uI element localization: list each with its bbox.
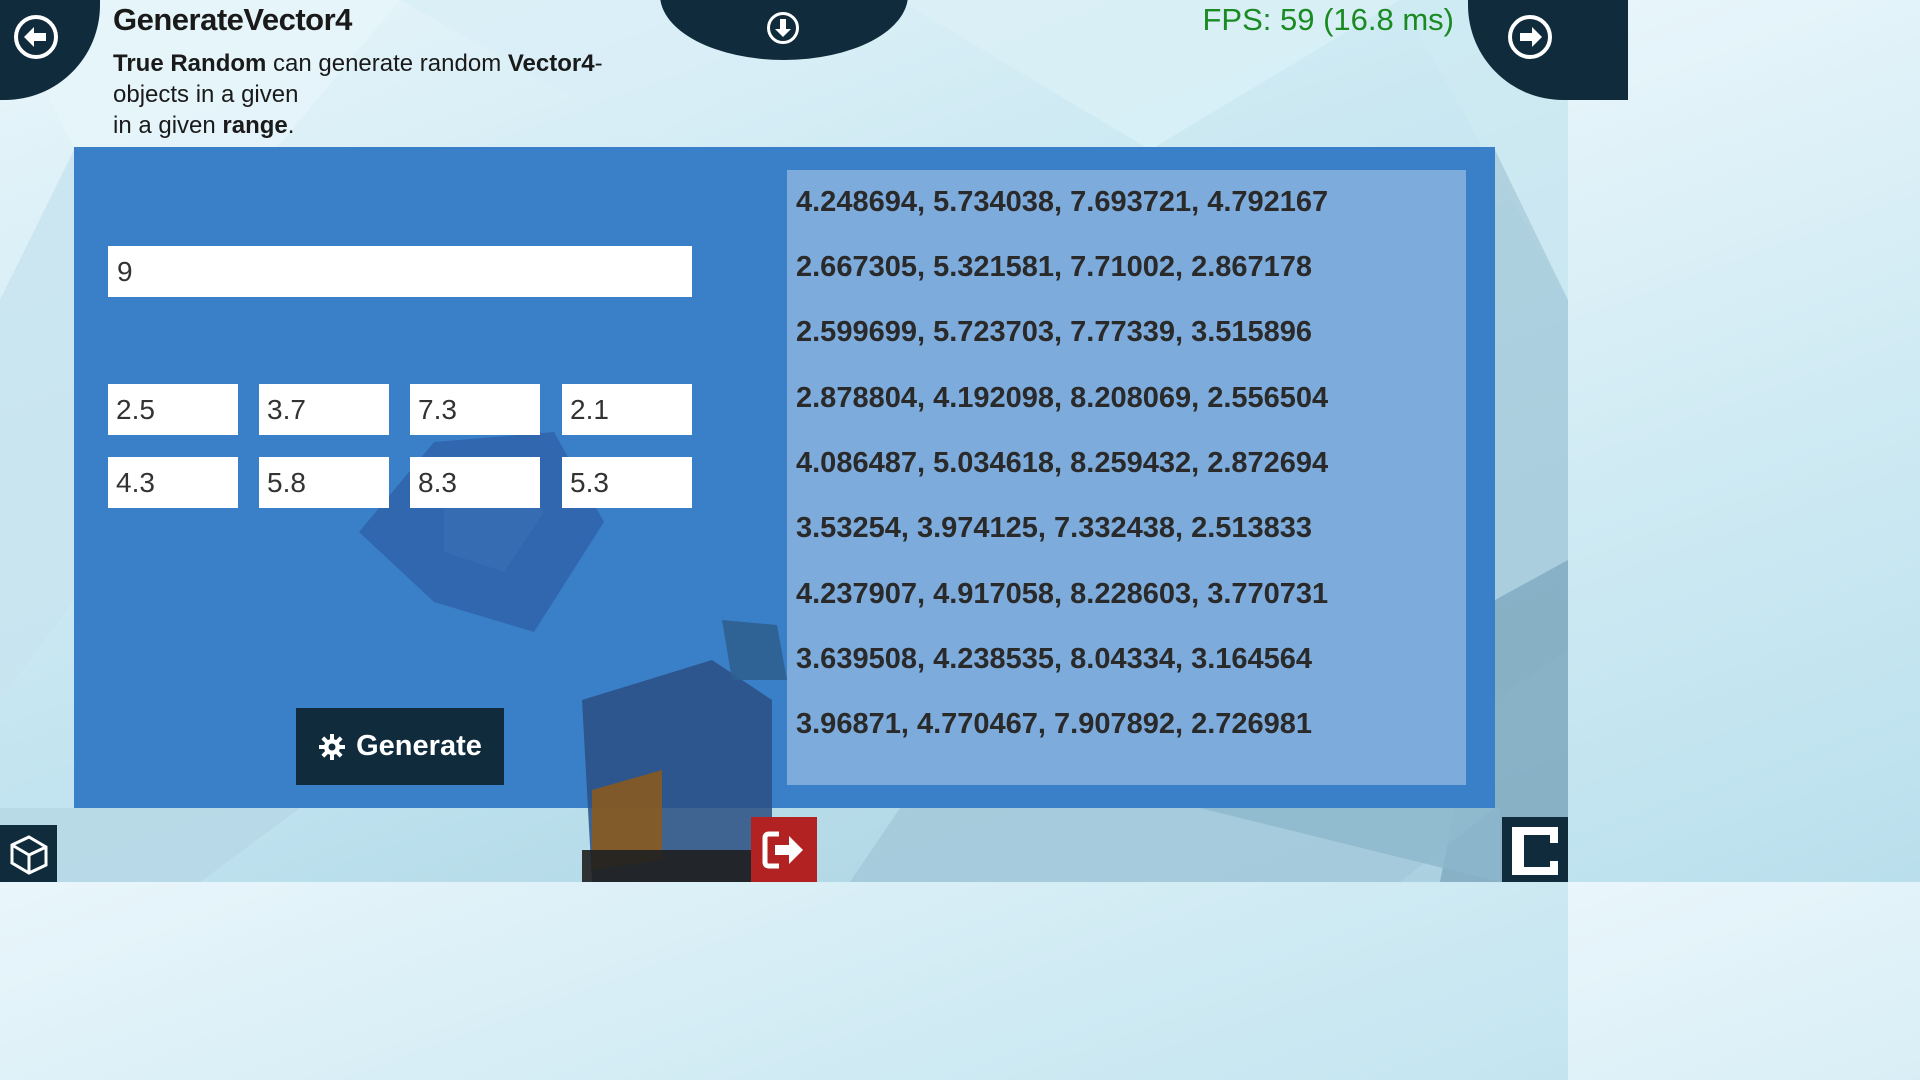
result-item: 3.639508, 4.238535, 8.04334, 3.164564	[796, 643, 1313, 675]
result-item: 2.667305, 5.321581, 7.71002, 2.867178	[796, 251, 1313, 283]
max-x-input[interactable]: 4.3	[108, 457, 238, 508]
result-item: 4.248694, 5.734038, 7.693721, 4.792167	[796, 186, 1329, 218]
page-title: GenerateVector4	[113, 2, 352, 37]
generate-button-label: Generate	[356, 730, 482, 762]
min-y-input[interactable]: 3.7	[259, 384, 389, 435]
max-w-input[interactable]: 5.3	[562, 457, 692, 508]
sign-out-icon	[762, 831, 803, 868]
crosstales-logo-icon	[1512, 827, 1558, 875]
gear-icon	[319, 733, 346, 760]
max-y-input[interactable]: 5.8	[259, 457, 389, 508]
unity-logo-button[interactable]	[0, 825, 57, 882]
result-item: 2.878804, 4.192098, 8.208069, 2.556504	[796, 382, 1329, 414]
unity-logo-icon	[10, 834, 47, 875]
max-z-input[interactable]: 8.3	[410, 457, 540, 508]
description-text: .	[287, 112, 295, 139]
vector-count-input[interactable]: 9	[108, 246, 692, 297]
exit-button[interactable]	[751, 817, 817, 882]
results-list[interactable]: 4.248694, 5.734038, 7.693721, 4.792167 2…	[787, 170, 1466, 785]
min-w-input[interactable]: 2.1	[562, 384, 692, 435]
page-description: True Random can generate random Vector4-…	[113, 48, 673, 141]
arrow-down-circle-icon[interactable]	[766, 11, 800, 45]
fps-counter: FPS: 59 (16.8 ms)	[1202, 2, 1454, 37]
description-text: can generate random	[266, 50, 508, 77]
arrow-left-circle-icon[interactable]	[13, 14, 59, 60]
arrow-right-circle-icon[interactable]	[1507, 14, 1553, 60]
result-item: 4.237907, 4.917058, 8.228603, 3.770731	[796, 578, 1329, 610]
crosstales-logo-button[interactable]	[1502, 817, 1568, 882]
generate-button[interactable]: Generate	[296, 708, 504, 785]
min-x-input[interactable]: 2.5	[108, 384, 238, 435]
description-bold-vector4: Vector4	[507, 50, 595, 77]
result-item: 4.086487, 5.034618, 8.259432, 2.872694	[796, 447, 1329, 479]
description-text: in a given	[113, 112, 223, 139]
description-bold-true-random: True Random	[113, 50, 267, 77]
min-z-input[interactable]: 7.3	[410, 384, 540, 435]
result-item: 2.599699, 5.723703, 7.77339, 3.515896	[796, 316, 1313, 348]
result-item: 3.53254, 3.974125, 7.332438, 2.513833	[796, 512, 1313, 544]
result-item: 3.96871, 4.770467, 7.907892, 2.726981	[796, 708, 1313, 740]
description-bold-range: range	[222, 112, 288, 139]
